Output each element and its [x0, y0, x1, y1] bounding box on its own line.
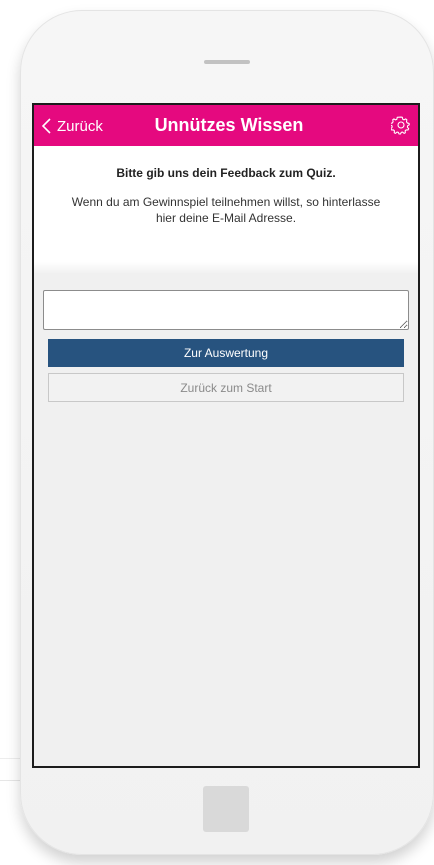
evaluate-button[interactable]: Zur Auswertung	[48, 339, 404, 367]
feedback-heading: Bitte gib uns dein Feedback zum Quiz.	[116, 166, 336, 180]
app-screen: Zurück Unnützes Wissen Bitte gib uns dei…	[32, 103, 420, 768]
page-title: Unnützes Wissen	[154, 115, 304, 135]
feedback-info: Bitte gib uns dein Feedback zum Quiz. We…	[34, 146, 418, 262]
info-fade	[34, 262, 418, 274]
phone-frame: Zurück Unnützes Wissen Bitte gib uns dei…	[20, 10, 434, 855]
feedback-description: Wenn du am Gewinnspiel teilnehmen willst…	[71, 195, 381, 225]
gear-icon[interactable]	[391, 115, 411, 135]
speaker-slot	[204, 60, 250, 64]
home-button	[203, 786, 249, 832]
top-bar: Zurück Unnützes Wissen	[34, 105, 418, 146]
back-to-start-button[interactable]: Zurück zum Start	[48, 373, 404, 402]
email-field[interactable]	[43, 290, 409, 330]
